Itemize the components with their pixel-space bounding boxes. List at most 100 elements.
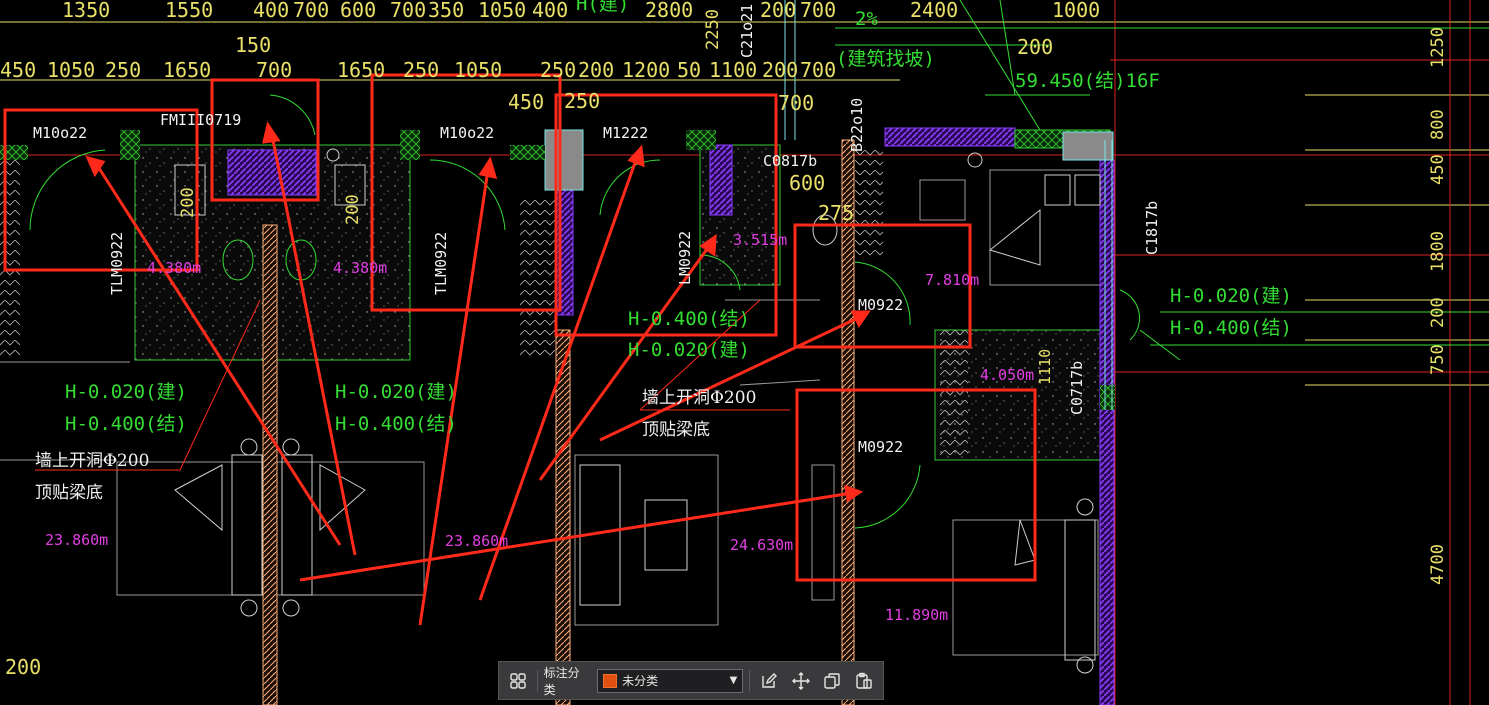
- right-dimensions: 1250 800 450 1800 200 750 4700: [1428, 27, 1448, 585]
- category-selected-value: 未分类: [622, 674, 659, 688]
- svg-text:顶贴梁底: 顶贴梁底: [35, 483, 103, 503]
- paste-icon[interactable]: [851, 668, 877, 694]
- svg-text:450: 450: [1428, 154, 1448, 185]
- svg-text:墙上开洞Φ200: 墙上开洞Φ200: [35, 451, 149, 471]
- svg-text:H-0.400(结): H-0.400(结): [1170, 317, 1292, 339]
- svg-text:50: 50: [677, 58, 701, 82]
- svg-text:H-0.020(建): H-0.020(建): [1170, 285, 1292, 307]
- svg-text:200: 200: [5, 655, 41, 679]
- svg-text:275: 275: [818, 201, 854, 225]
- svg-text:250: 250: [540, 58, 576, 82]
- svg-text:H-0.020(建): H-0.020(建): [335, 381, 457, 403]
- svg-text:2400: 2400: [910, 0, 958, 22]
- svg-text:1110: 1110: [1036, 349, 1054, 385]
- svg-text:4.380m: 4.380m: [147, 259, 201, 277]
- svg-text:4700: 4700: [1428, 544, 1448, 585]
- svg-text:700: 700: [390, 0, 426, 22]
- svg-text:TLM0922: TLM0922: [108, 232, 126, 295]
- svg-text:3.515m: 3.515m: [733, 231, 787, 249]
- svg-text:TLM0922: TLM0922: [432, 232, 450, 295]
- svg-text:M0922: M0922: [858, 438, 903, 456]
- svg-text:1050: 1050: [454, 58, 502, 82]
- svg-text:200: 200: [762, 58, 798, 82]
- category-label: 标注分类: [543, 665, 580, 697]
- svg-text:C21o21: C21o21: [738, 4, 756, 58]
- svg-text:700: 700: [800, 0, 836, 22]
- svg-text:23.860m: 23.860m: [445, 532, 508, 550]
- svg-text:1200: 1200: [622, 58, 670, 82]
- chevron-down-icon: ▼: [729, 675, 738, 686]
- svg-text:1350: 1350: [62, 0, 110, 22]
- svg-text:59.450(结)16F: 59.450(结)16F: [1015, 70, 1160, 92]
- svg-text:C0717b: C0717b: [1068, 361, 1086, 415]
- svg-text:H(建): H(建): [576, 0, 629, 15]
- svg-text:M0922: M0922: [858, 296, 903, 314]
- svg-text:墙上开洞Φ200: 墙上开洞Φ200: [642, 388, 756, 408]
- svg-text:2250: 2250: [703, 9, 723, 50]
- svg-text:600: 600: [340, 0, 376, 22]
- svg-text:400: 400: [532, 0, 568, 22]
- svg-text:4.380m: 4.380m: [333, 259, 387, 277]
- svg-text:2%: 2%: [855, 8, 878, 30]
- svg-text:4.050m: 4.050m: [980, 366, 1034, 384]
- svg-text:800: 800: [1428, 109, 1448, 140]
- category-color-swatch: [603, 673, 618, 688]
- top-dimensions: 1350 1550 400 700 600 700 350 1050 400 H…: [62, 0, 1100, 30]
- svg-text:顶贴梁底: 顶贴梁底: [642, 420, 710, 440]
- svg-text:200: 200: [178, 187, 198, 218]
- svg-text:1550: 1550: [165, 0, 213, 22]
- svg-text:250: 250: [403, 58, 439, 82]
- svg-text:1050: 1050: [47, 58, 95, 82]
- svg-text:1050: 1050: [478, 0, 526, 22]
- svg-text:23.860m: 23.860m: [45, 531, 108, 549]
- svg-text:FMIII0719: FMIII0719: [160, 111, 241, 129]
- svg-text:250: 250: [105, 58, 141, 82]
- svg-text:1000: 1000: [1052, 0, 1100, 22]
- svg-text:M1222: M1222: [603, 124, 648, 142]
- svg-text:H-0.400(结): H-0.400(结): [65, 413, 187, 435]
- svg-text:M10o22: M10o22: [33, 124, 87, 142]
- svg-text:1800: 1800: [1428, 231, 1448, 272]
- cad-drawing-canvas[interactable]: 1350 1550 400 700 600 700 350 1050 400 H…: [0, 0, 1489, 705]
- svg-text:200: 200: [1428, 297, 1448, 328]
- toolbar-divider: [536, 669, 538, 692]
- svg-text:450: 450: [508, 90, 544, 114]
- move-icon[interactable]: [788, 668, 814, 694]
- svg-text:1100: 1100: [709, 58, 757, 82]
- svg-text:400: 400: [253, 0, 289, 22]
- svg-text:600: 600: [789, 171, 825, 195]
- svg-text:200: 200: [343, 194, 363, 225]
- edit-icon[interactable]: [756, 668, 782, 694]
- svg-text:200: 200: [760, 0, 796, 22]
- svg-text:H-0.400(结): H-0.400(结): [335, 413, 457, 435]
- category-select[interactable]: 未分类 ▼: [597, 668, 744, 693]
- svg-text:450: 450: [0, 58, 36, 82]
- svg-text:700: 700: [778, 91, 814, 115]
- svg-text:H-0.020(建): H-0.020(建): [628, 339, 750, 361]
- grid-icon[interactable]: [505, 668, 531, 694]
- svg-text:700: 700: [256, 58, 292, 82]
- svg-text:750: 750: [1428, 344, 1448, 375]
- svg-text:LM0922: LM0922: [676, 231, 694, 285]
- svg-text:(建筑找坡): (建筑找坡): [836, 48, 935, 70]
- svg-text:150: 150: [235, 33, 271, 57]
- svg-text:C0817b: C0817b: [763, 152, 817, 170]
- wall-opening-notes: 墙上开洞Φ200 顶贴梁底 墙上开洞Φ200 顶贴梁底: [35, 388, 756, 503]
- svg-text:24.630m: 24.630m: [730, 536, 793, 554]
- svg-text:700: 700: [800, 58, 836, 82]
- annotation-toolbar: 标注分类 未分类 ▼: [498, 661, 884, 700]
- svg-text:1650: 1650: [337, 58, 385, 82]
- svg-text:H-0.400(结): H-0.400(结): [628, 308, 750, 330]
- svg-text:11.890m: 11.890m: [885, 606, 948, 624]
- svg-text:1250: 1250: [1428, 27, 1448, 68]
- svg-text:M10o22: M10o22: [440, 124, 494, 142]
- toolbar-divider: [749, 669, 751, 692]
- svg-text:B22o10: B22o10: [848, 98, 866, 152]
- svg-text:1650: 1650: [163, 58, 211, 82]
- svg-text:H-0.020(建): H-0.020(建): [65, 381, 187, 403]
- copy-icon[interactable]: [820, 668, 846, 694]
- svg-text:7.810m: 7.810m: [925, 271, 979, 289]
- svg-text:200: 200: [578, 58, 614, 82]
- svg-text:700: 700: [293, 0, 329, 22]
- svg-text:350: 350: [428, 0, 464, 22]
